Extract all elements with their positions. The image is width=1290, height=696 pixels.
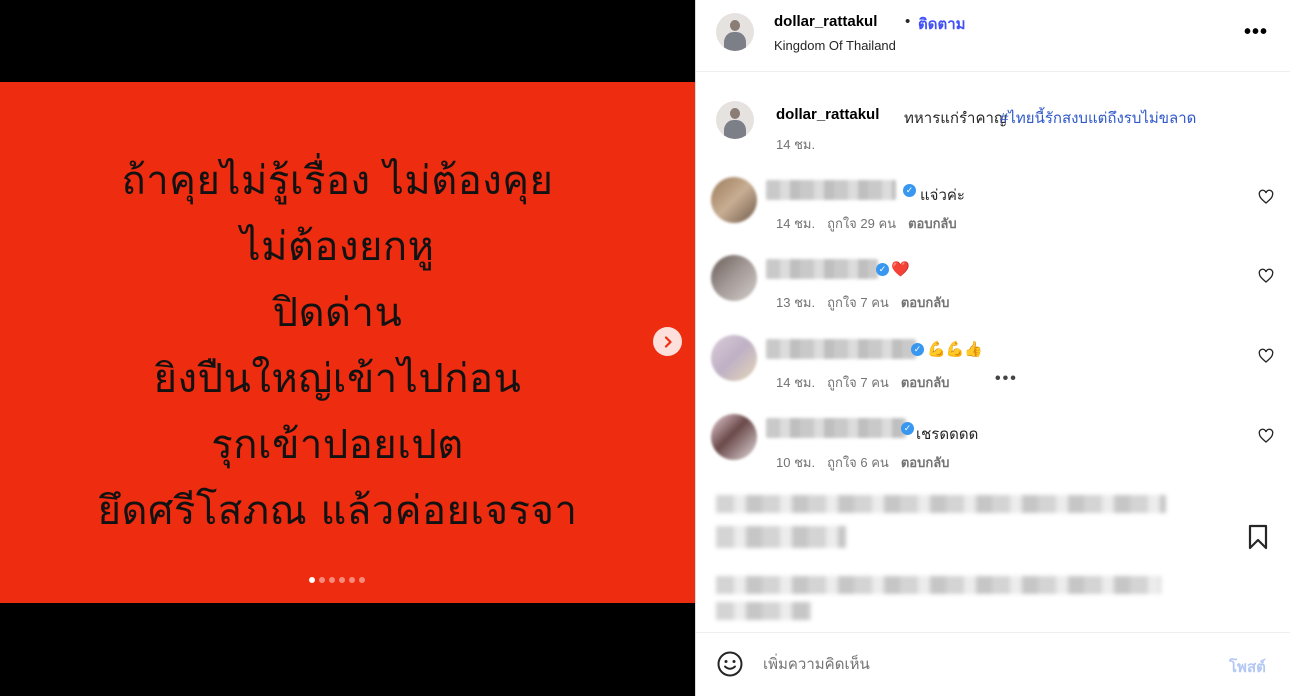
verified-icon: ✓ <box>876 263 889 276</box>
caption-hashtag[interactable]: #ไทยนี้รักสงบแต่ถึงรบไม่ขลาด <box>1000 106 1196 130</box>
slide-line: ปิดด่าน <box>272 290 403 336</box>
commenter-avatar[interactable] <box>711 335 757 381</box>
reply-button[interactable]: ตอบกลับ <box>908 216 957 231</box>
slide-line: ยึดศรีโสภณ แล้วค่อยเจรจา <box>97 488 578 534</box>
comment-likes[interactable]: ถูกใจ 7 คน <box>827 375 889 390</box>
carousel-dot <box>349 577 355 583</box>
comment-more-button[interactable]: ••• <box>995 370 1018 388</box>
post-sidebar: dollar_rattakul • ติดตาม Kingdom Of Thai… <box>695 0 1290 696</box>
carousel-dot <box>319 577 325 583</box>
blurred-content <box>716 526 846 548</box>
slide-line: ไม่ต้องยกหู <box>240 224 435 270</box>
commenter-username-blurred[interactable] <box>766 180 896 200</box>
comment-composer: โพสต์ <box>696 632 1290 696</box>
media-slide[interactable]: ถ้าคุยไม่รู้เรื่อง ไม่ต้องคุย ไม่ต้องยกห… <box>0 82 695 603</box>
reply-button[interactable]: ตอบกลับ <box>901 295 950 310</box>
like-comment-icon[interactable] <box>1258 428 1274 444</box>
comment-time: 14 ชม. <box>776 375 816 390</box>
like-comment-icon[interactable] <box>1258 268 1274 284</box>
commenter-avatar[interactable] <box>711 255 757 301</box>
comment-text: แจ่วค่ะ <box>920 187 965 204</box>
author-username[interactable]: dollar_rattakul <box>774 13 877 30</box>
author-avatar[interactable] <box>716 13 754 51</box>
verified-icon: ✓ <box>901 422 914 435</box>
blurred-content <box>716 576 1161 594</box>
reply-button[interactable]: ตอบกลับ <box>901 455 950 470</box>
post-header: dollar_rattakul • ติดตาม Kingdom Of Thai… <box>696 0 1290 72</box>
caption-avatar[interactable] <box>716 101 754 139</box>
comment-meta: 13 ชม. ถูกใจ 7 คน ตอบกลับ <box>776 292 961 313</box>
follow-button[interactable]: ติดตาม <box>918 12 966 36</box>
comment-time: 14 ชม. <box>776 216 816 231</box>
blurred-content <box>716 602 811 620</box>
verified-icon: ✓ <box>903 184 916 197</box>
slide-line: รุกเข้าปอยเปต <box>211 422 464 468</box>
comment-likes[interactable]: ถูกใจ 29 คน <box>827 216 896 231</box>
commenter-username-blurred[interactable] <box>766 259 878 279</box>
carousel-dot <box>339 577 345 583</box>
like-comment-icon[interactable] <box>1258 189 1274 205</box>
comment-meta: 10 ชม. ถูกใจ 6 คน ตอบกลับ <box>776 452 961 473</box>
chevron-right-icon <box>664 335 672 348</box>
header-separator: • <box>905 13 911 30</box>
comment-likes[interactable]: ถูกใจ 6 คน <box>827 455 889 470</box>
like-comment-icon[interactable] <box>1258 348 1274 364</box>
carousel-dot <box>329 577 335 583</box>
bookmark-icon[interactable] <box>1246 524 1270 550</box>
commenter-avatar[interactable] <box>711 177 757 223</box>
caption-username[interactable]: dollar_rattakul <box>776 106 879 123</box>
reply-button[interactable]: ตอบกลับ <box>901 375 950 390</box>
emoji-icon[interactable] <box>716 650 744 678</box>
comment-meta: 14 ชม. ถูกใจ 7 คน ตอบกลับ <box>776 372 961 393</box>
post-media: ถ้าคุยไม่รู้เรื่อง ไม่ต้องคุย ไม่ต้องยกห… <box>0 0 695 696</box>
commenter-username-blurred[interactable] <box>766 339 916 359</box>
more-options-button[interactable]: ••• <box>1243 20 1269 44</box>
caption-timestamp: 14 ชม. <box>776 137 816 152</box>
comment-input[interactable] <box>763 653 1203 675</box>
slide-text: ถ้าคุยไม่รู้เรื่อง ไม่ต้องคุย ไม่ต้องยกห… <box>0 148 675 544</box>
carousel-dot-active <box>309 577 315 583</box>
blurred-content <box>716 495 1166 513</box>
comment-meta: 14 ชม. ถูกใจ 29 คน ตอบกลับ <box>776 213 969 234</box>
caption-text: ทหารแก่รำคาญ <box>904 110 1007 127</box>
commenter-username-blurred[interactable] <box>766 418 906 438</box>
post-comment-button[interactable]: โพสต์ <box>1229 655 1266 679</box>
comment-text: เชรดดดด <box>916 426 979 443</box>
slide-line: ถ้าคุยไม่รู้เรื่อง ไม่ต้องคุย <box>121 158 554 204</box>
comment-time: 10 ชม. <box>776 455 816 470</box>
comment-likes[interactable]: ถูกใจ 7 คน <box>827 295 889 310</box>
next-slide-button[interactable] <box>653 327 682 356</box>
more-icon: ••• <box>1243 20 1268 43</box>
slide-line: ยิงปืนใหญ่เข้าไปก่อน <box>153 356 522 402</box>
carousel-dot <box>359 577 365 583</box>
location-link[interactable]: Kingdom Of Thailand <box>774 38 896 53</box>
comment-time: 13 ชม. <box>776 295 816 310</box>
comment-text: 💪💪👍 <box>927 341 984 358</box>
carousel-dots <box>309 577 365 583</box>
commenter-avatar[interactable] <box>711 414 757 460</box>
verified-icon: ✓ <box>911 343 924 356</box>
comment-text: ❤️ <box>891 261 910 278</box>
